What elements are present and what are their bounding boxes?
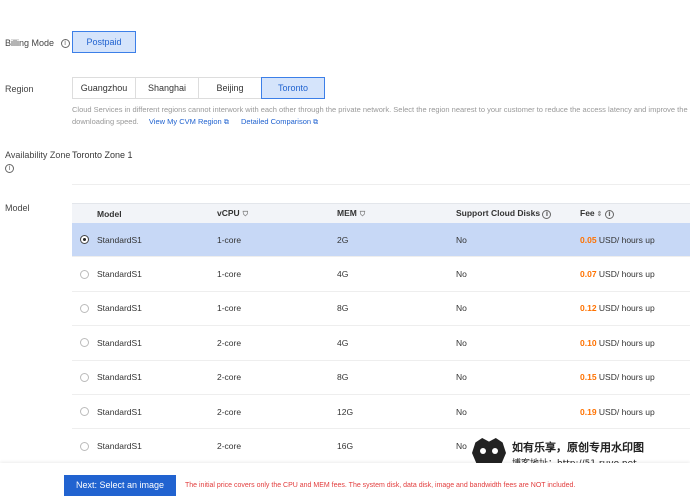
cell-mem: 8G <box>337 372 349 383</box>
region-label: Region <box>5 84 34 94</box>
availability-zone-label: Availability Zone i <box>5 150 71 173</box>
billing-option-postpaid[interactable]: Postpaid <box>72 31 136 53</box>
table-row[interactable]: StandardS1 2-core 4G No 0.10 USD/ hours up <box>72 326 690 361</box>
price-value: 0.15 <box>580 372 597 383</box>
info-icon[interactable]: i <box>60 39 70 49</box>
table-row[interactable]: StandardS1 1-core 2G No 0.05 USD/ hours up <box>72 223 690 258</box>
region-selector: Guangzhou Shanghai Beijing Toronto <box>72 77 325 99</box>
region-option-guangzhou[interactable]: Guangzhou <box>72 77 136 99</box>
row-radio[interactable] <box>80 235 89 245</box>
section-divider <box>72 184 690 185</box>
row-radio[interactable] <box>80 441 89 451</box>
price-value: 0.19 <box>580 406 597 417</box>
region-option-shanghai[interactable]: Shanghai <box>135 77 199 99</box>
cell-cloud-disk: No <box>456 269 467 280</box>
model-table: Model vCPU ⛉ MEM ⛉ Support Cloud Disks i F… <box>72 203 690 464</box>
price-value: 0.07 <box>580 269 597 280</box>
table-row[interactable]: StandardS1 2-core 12G No 0.19 USD/ hours up <box>72 395 690 430</box>
detailed-comparison-link[interactable]: Detailed Comparison ⧉ <box>241 117 318 126</box>
table-header: Model vCPU ⛉ MEM ⛉ Support Cloud Disks i F… <box>72 203 690 223</box>
price-unit: USD/ hours up <box>598 303 655 314</box>
cell-fee: 0.07 USD/ hours up <box>580 269 690 279</box>
cell-mem: 4G <box>337 337 349 348</box>
row-radio[interactable] <box>80 372 89 382</box>
footer-bar: Next: Select an image The initial price … <box>0 463 690 499</box>
price-unit: USD/ hours up <box>598 234 655 245</box>
external-link-icon: ⧉ <box>313 119 319 126</box>
cell-fee: 0.12 USD/ hours up <box>580 303 690 313</box>
region-option-beijing[interactable]: Beijing <box>198 77 262 99</box>
cell-vcpu: 2-core <box>217 337 242 348</box>
row-radio[interactable] <box>80 407 89 417</box>
model-label: Model <box>5 203 30 213</box>
cell-model: StandardS1 <box>97 406 142 417</box>
cell-cloud-disk: No <box>456 303 467 314</box>
cell-fee: 0.05 USD/ hours up <box>580 235 690 245</box>
price-unit: USD/ hours up <box>598 372 655 383</box>
cell-vcpu: 1-core <box>217 303 242 314</box>
price-value: 0.12 <box>580 303 597 314</box>
filter-icon[interactable]: ⛉ <box>360 210 365 218</box>
column-model: Model <box>97 208 122 219</box>
next-select-image-button[interactable]: Next: Select an image <box>64 475 176 496</box>
price-unit: USD/ hours up <box>598 406 655 417</box>
cell-model: StandardS1 <box>97 441 142 452</box>
table-row[interactable]: StandardS1 1-core 8G No 0.12 USD/ hours up <box>72 292 690 327</box>
cell-cloud-disk: No <box>456 372 467 383</box>
row-radio[interactable] <box>80 303 89 313</box>
cell-mem: 2G <box>337 234 349 245</box>
info-icon[interactable]: i <box>604 209 614 219</box>
cell-mem: 16G <box>337 441 354 452</box>
cell-model: StandardS1 <box>97 234 142 245</box>
table-body: StandardS1 1-core 2G No 0.05 USD/ hours up St… <box>72 223 690 464</box>
cell-model: StandardS1 <box>97 337 142 348</box>
filter-icon[interactable]: ⛉ <box>243 210 248 218</box>
cell-cloud-disk: No <box>456 337 467 348</box>
cell-model: StandardS1 <box>97 269 142 280</box>
view-cvm-region-link[interactable]: View My CVM Region ⧉ <box>149 117 229 126</box>
info-icon[interactable]: i <box>5 164 14 173</box>
external-link-icon: ⧉ <box>223 119 229 126</box>
cell-fee: 0.15 USD/ hours up <box>580 372 690 382</box>
cell-mem: 12G <box>337 406 354 417</box>
price-value: 0.05 <box>580 234 597 245</box>
cell-vcpu: 1-core <box>217 269 242 280</box>
cell-vcpu: 2-core <box>217 406 242 417</box>
cell-fee: 0.10 USD/ hours up <box>580 338 690 348</box>
availability-zone-value: Toronto Zone 1 <box>72 150 133 160</box>
row-radio[interactable] <box>80 338 89 348</box>
cell-mem: 8G <box>337 303 349 314</box>
column-fee[interactable]: Fee ⇕ i <box>580 208 690 219</box>
cell-model: StandardS1 <box>97 303 142 314</box>
cell-cloud-disk: No <box>456 234 467 245</box>
info-icon[interactable]: i <box>542 209 552 219</box>
row-radio[interactable] <box>80 269 89 279</box>
region-option-toronto[interactable]: Toronto <box>261 77 325 99</box>
sort-icon[interactable]: ⇕ <box>597 210 603 218</box>
cell-fee: 0.19 USD/ hours up <box>580 407 690 417</box>
cell-model: StandardS1 <box>97 372 142 383</box>
region-hint: Cloud Services in different regions cann… <box>72 105 688 126</box>
cell-vcpu: 2-core <box>217 441 242 452</box>
price-value: 0.10 <box>580 337 597 348</box>
column-cloud-disks: Support Cloud Disks i <box>456 208 580 219</box>
price-unit: USD/ hours up <box>598 269 655 280</box>
watermark-title: 如有乐享，原创专用水印图 <box>512 441 644 454</box>
price-note: The initial price covers only the CPU an… <box>185 482 576 489</box>
table-row[interactable]: StandardS1 2-core 8G No 0.15 USD/ hours up <box>72 361 690 395</box>
cell-mem: 4G <box>337 269 349 280</box>
price-unit: USD/ hours up <box>598 337 655 348</box>
table-row[interactable]: StandardS1 1-core 4G No 0.07 USD/ hours up <box>72 257 690 292</box>
column-mem[interactable]: MEM ⛉ <box>337 208 456 219</box>
cell-vcpu: 2-core <box>217 372 242 383</box>
column-vcpu[interactable]: vCPU ⛉ <box>217 208 337 219</box>
cell-cloud-disk: No <box>456 406 467 417</box>
billing-mode-label: Billing Mode i <box>5 38 70 49</box>
cell-vcpu: 1-core <box>217 234 242 245</box>
